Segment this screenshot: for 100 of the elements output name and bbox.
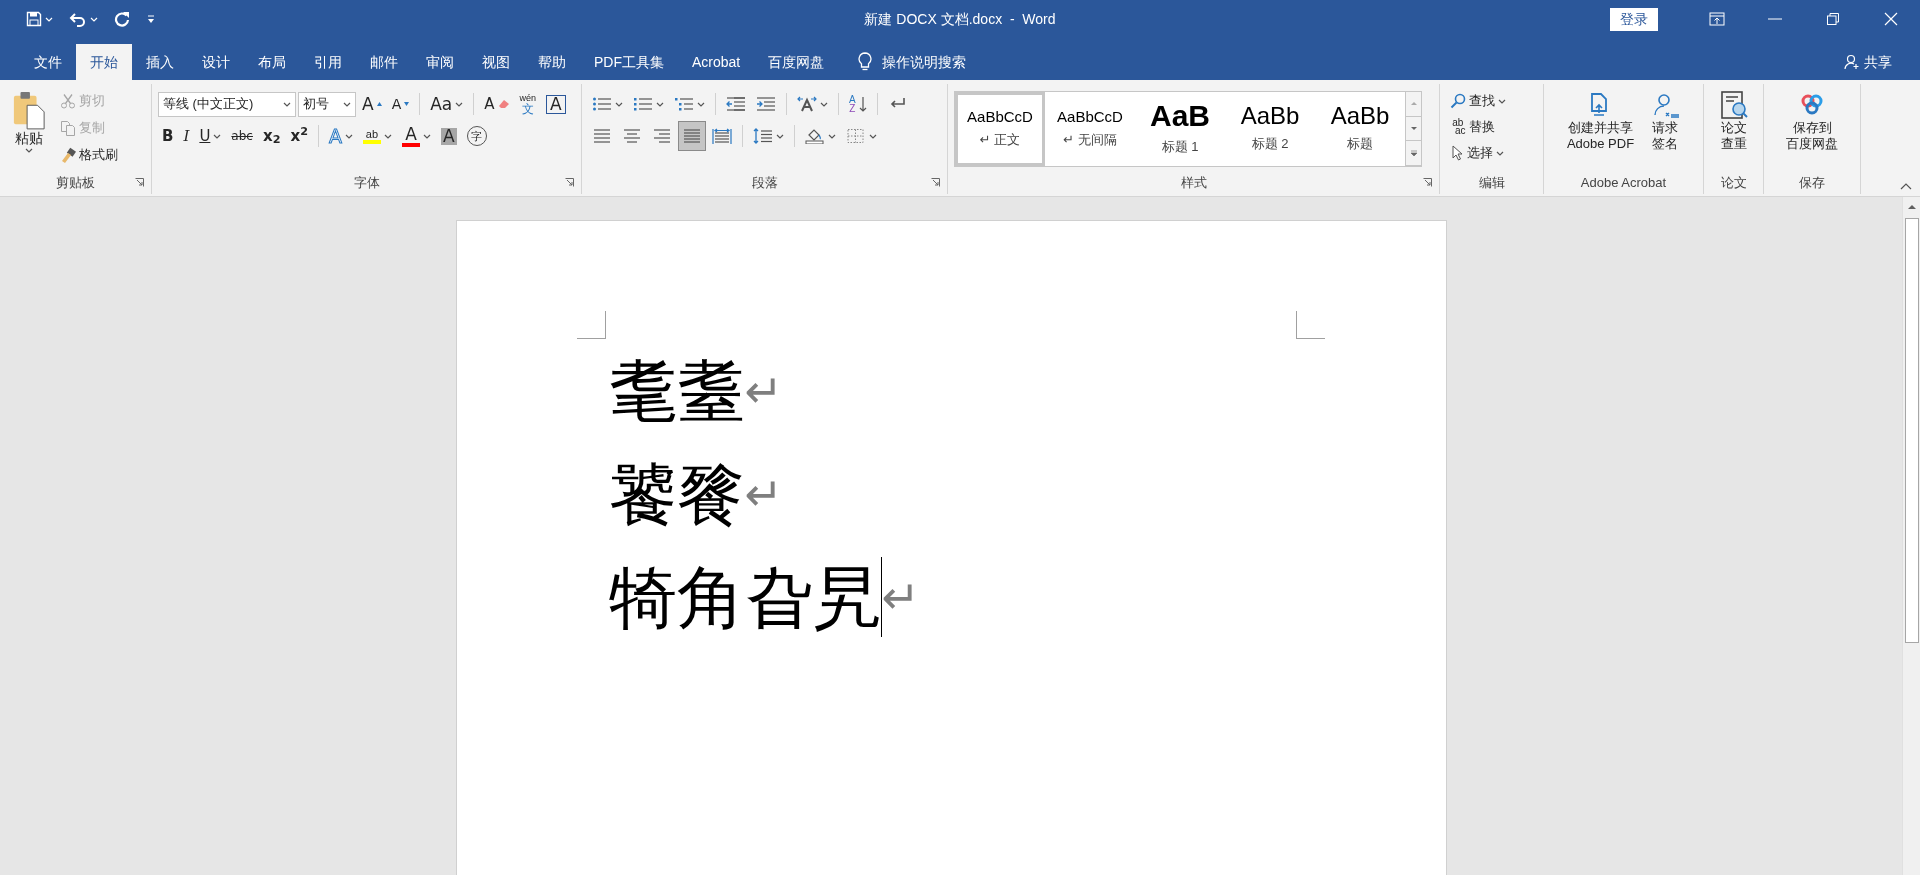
dialog-launcher[interactable] (135, 178, 145, 188)
caret-icon (90, 16, 98, 22)
subscript-button[interactable]: x$_{2}$ (258, 123, 285, 149)
find-button[interactable]: 查找 (1446, 88, 1510, 114)
caret-icon (820, 101, 828, 107)
distributed-icon (712, 128, 732, 144)
font-color-button[interactable]: A (397, 123, 435, 149)
ribbon-tab[interactable]: 引用 (300, 44, 356, 80)
request-signature-button[interactable]: 请求 签名 (1644, 88, 1687, 172)
ribbon-tab[interactable]: 百度网盘 (754, 44, 839, 80)
share-button[interactable]: 共享 (1838, 50, 1898, 74)
italic-button[interactable]: I (179, 123, 194, 149)
dialog-launcher[interactable] (1423, 178, 1433, 188)
caret-icon (828, 133, 836, 139)
paste-button[interactable]: 粘贴 (6, 88, 52, 172)
caret-icon (343, 101, 351, 107)
caret-icon (455, 101, 464, 107)
bold-button[interactable]: B (158, 123, 178, 149)
caret-icon (45, 16, 53, 22)
highlight-bar-icon (362, 139, 381, 144)
phonetic-guide-button[interactable]: wén 文 (515, 91, 541, 117)
window-title: 新建 DOCX 文档.docx - Word (863, 9, 1057, 29)
border-grid-icon (846, 128, 866, 144)
save-to-cloud-button[interactable]: 保存到 百度网盘 (1780, 88, 1844, 172)
gallery-more-button[interactable] (1406, 141, 1421, 166)
sort-button[interactable]: A Z (845, 91, 871, 117)
clear-formatting-button[interactable]: A (480, 91, 514, 117)
document-text: 饕餮 (608, 459, 745, 528)
change-case-button[interactable]: Aa (426, 91, 468, 117)
group-label: 字体 (353, 174, 380, 193)
ribbon-tab[interactable]: 邮件 (356, 44, 412, 80)
group-label: 段落 (751, 174, 778, 193)
underline-button[interactable]: U (195, 123, 226, 149)
group-label: 剪贴板 (56, 174, 95, 193)
scrollbar-thumb[interactable] (1904, 218, 1919, 643)
ribbon-tab[interactable]: 文件 (20, 44, 76, 80)
ribbon-tab[interactable]: PDF工具集 (580, 44, 678, 80)
character-shading-button[interactable]: A (436, 123, 461, 149)
caret-icon (776, 133, 784, 139)
ribbon-display-icon (1709, 12, 1725, 26)
select-button[interactable]: 选择 (1446, 140, 1510, 166)
ribbon-tab[interactable]: 布局 (244, 44, 300, 80)
copy-icon (60, 120, 76, 136)
paragraph-mark: ↵ (881, 573, 921, 620)
pointer-icon (1450, 145, 1464, 161)
format-painter-button[interactable]: 格式刷 (56, 142, 122, 168)
chevron-up-icon (1900, 183, 1912, 190)
create-pdf-button[interactable]: 创建并共享 Adobe PDF (1560, 88, 1641, 172)
dialog-launcher[interactable] (931, 178, 941, 188)
font-name-dropdown[interactable]: 等线 (中文正文) (158, 91, 296, 117)
align-left-icon (592, 128, 612, 144)
group-label: 保存 (1799, 174, 1825, 193)
grow-font-button[interactable]: A (358, 91, 386, 117)
ribbon-tab[interactable]: 开始 (76, 44, 132, 80)
plagiarism-check-button[interactable]: 论文 查重 (1718, 88, 1749, 172)
document-text: 犄角旮旯 (608, 562, 881, 631)
ribbon-tab[interactable]: 视图 (468, 44, 524, 80)
ribbon-tab[interactable]: 帮助 (524, 44, 580, 80)
group-label: Adobe Acrobat (1580, 174, 1667, 193)
caret-icon (869, 133, 877, 139)
dialog-launcher[interactable] (565, 178, 575, 188)
save-icon (26, 11, 42, 27)
group-label: 编辑 (1478, 174, 1505, 193)
group-label: 样式 (1180, 174, 1207, 193)
redo-icon (114, 11, 130, 27)
gallery-down-button[interactable] (1406, 116, 1421, 142)
font-size-dropdown[interactable]: 初号 (298, 91, 356, 117)
shrink-font-button[interactable]: A (387, 91, 414, 117)
superscript-button[interactable]: x$^{2}$ (286, 123, 312, 149)
sign-in-button[interactable]: 登录 (1610, 7, 1658, 31)
paint-bucket-icon (805, 128, 825, 144)
eraser-icon (497, 99, 510, 109)
multilevel-list-icon (674, 96, 694, 112)
down-icon (1409, 125, 1418, 132)
style-gallery-item[interactable]: AaBbCcD ↵ 正文 (955, 92, 1045, 166)
justify-button[interactable] (678, 121, 706, 151)
numbered-list-icon (633, 96, 653, 112)
bulleted-list-icon (592, 96, 612, 112)
indent-icon (756, 96, 776, 112)
tell-me-search[interactable]: 操作说明搜索 (852, 44, 973, 80)
scissors-icon (60, 93, 76, 109)
up-triangle-icon (1907, 203, 1916, 209)
align-center-icon (622, 128, 642, 144)
highlight-button[interactable]: ab (358, 123, 396, 149)
ribbon-tab[interactable]: 审阅 (412, 44, 468, 80)
undo-icon (69, 11, 87, 27)
align-right-icon (652, 128, 672, 144)
justify-icon (682, 128, 702, 144)
ribbon-tab[interactable]: Acrobat (678, 44, 755, 80)
caret-icon (383, 133, 392, 139)
strikethrough-button[interactable]: abc (227, 123, 257, 149)
launcher-icon (565, 178, 574, 187)
launcher-icon (1423, 178, 1432, 187)
up-icon (1409, 100, 1418, 108)
ribbon-tab[interactable]: 设计 (188, 44, 244, 80)
collapse-ribbon-button[interactable] (1900, 183, 1912, 190)
caret-icon (344, 133, 353, 139)
color-bar-icon (401, 142, 420, 147)
caret-icon (283, 101, 291, 107)
ribbon-tab[interactable]: 插入 (132, 44, 188, 80)
